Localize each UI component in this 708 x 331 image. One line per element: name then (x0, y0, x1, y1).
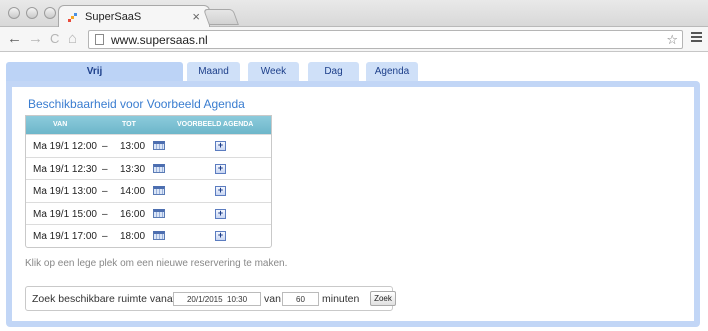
search-label-prefix: Zoek beschikbare ruimte vanaf (32, 293, 176, 305)
back-icon[interactable]: ← (7, 31, 22, 47)
slot-from: Ma 19/1 13:00 (33, 186, 97, 198)
address-bar[interactable]: www.supersaas.nl ☆ (88, 30, 683, 49)
table-row[interactable]: Ma 19/1 12:00 – 13:00 + (26, 134, 271, 157)
tab-dag[interactable]: Dag (308, 62, 359, 82)
add-reservation-button[interactable]: + (215, 186, 226, 197)
forward-icon[interactable]: → (28, 31, 43, 47)
search-label-van: van (264, 293, 281, 305)
slot-dash: – (102, 231, 108, 243)
page-icon (95, 34, 104, 45)
browser-toolbar: ← → C ⌂ www.supersaas.nl ☆ (0, 27, 708, 52)
minimize-window-button[interactable] (26, 7, 38, 19)
browser-titlebar: SuperSaaS × (0, 0, 708, 28)
tab-agenda[interactable]: Agenda (366, 62, 418, 82)
supersaas-favicon-icon (68, 13, 77, 22)
slot-from: Ma 19/1 12:00 (33, 141, 97, 152)
slot-to: 14:00 (120, 186, 146, 198)
search-availability-form: Zoek beschikbare ruimte vanaf van minute… (25, 286, 396, 311)
hint-text: Klik op een lege plek om een nieuwe rese… (25, 258, 288, 269)
slot-from: Ma 19/1 17:00 (33, 231, 97, 243)
zoom-window-button[interactable] (44, 7, 56, 19)
table-row[interactable]: Ma 19/1 12:30 – 13:30 + (26, 156, 271, 180)
availability-table: VAN TOT VOORBEELD AGENDA Ma 19/1 12:00 –… (25, 115, 272, 248)
content-frame: Beschikbaarheid voor Voorbeeld Agenda VA… (6, 81, 700, 327)
close-tab-icon[interactable]: × (192, 9, 200, 24)
search-datetime-input[interactable] (173, 292, 261, 306)
url-text[interactable]: www.supersaas.nl (111, 33, 208, 47)
slot-dash: – (102, 141, 108, 152)
slot-to: 13:00 (120, 141, 146, 152)
slot-from: Ma 19/1 15:00 (33, 208, 97, 220)
add-reservation-button[interactable]: + (215, 163, 226, 174)
add-reservation-button[interactable]: + (215, 208, 226, 219)
calendar-icon[interactable] (153, 141, 165, 150)
slot-from: Ma 19/1 12:30 (33, 163, 97, 175)
calendar-icon[interactable] (153, 231, 165, 241)
bookmark-star-icon[interactable]: ☆ (666, 32, 678, 48)
table-row[interactable]: Ma 19/1 13:00 – 14:00 + (26, 179, 271, 202)
availability-title: Beschikbaarheid voor Voorbeeld Agenda (28, 97, 245, 111)
table-row[interactable]: Ma 19/1 15:00 – 16:00 + (26, 201, 271, 225)
add-reservation-button[interactable]: + (215, 231, 226, 242)
slot-to: 13:30 (120, 163, 146, 175)
slot-to: 18:00 (120, 231, 146, 243)
slot-to: 16:00 (120, 208, 146, 220)
search-minutes-input[interactable] (282, 292, 319, 306)
column-header-van: VAN (53, 121, 68, 128)
home-icon[interactable]: ⌂ (68, 31, 77, 47)
table-header: VAN TOT VOORBEELD AGENDA (26, 116, 271, 134)
search-label-minuten: minuten (322, 293, 360, 305)
browser-tab-title: SuperSaaS (85, 11, 142, 23)
table-row[interactable]: Ma 19/1 17:00 – 18:00 + (26, 224, 271, 247)
new-tab-button[interactable] (203, 9, 239, 25)
close-window-button[interactable] (8, 7, 20, 19)
tab-maand[interactable]: Maand (187, 62, 240, 82)
tab-vrij[interactable]: Vrij (6, 62, 183, 82)
calendar-icon[interactable] (153, 208, 165, 218)
column-header-voorbeeld-agenda: VOORBEELD AGENDA (177, 121, 254, 128)
reload-icon[interactable]: C (50, 31, 59, 47)
tab-week[interactable]: Week (248, 62, 299, 82)
calendar-icon[interactable] (153, 186, 165, 196)
calendar-icon[interactable] (153, 163, 165, 173)
column-header-tot: TOT (122, 121, 136, 128)
content-panel: Beschikbaarheid voor Voorbeeld Agenda VA… (12, 87, 694, 321)
browser-tab[interactable]: SuperSaaS × (58, 5, 210, 28)
browser-menu-icon[interactable] (691, 32, 702, 44)
search-button[interactable]: Zoek (370, 291, 396, 306)
slot-dash: – (102, 186, 108, 198)
slot-dash: – (102, 208, 108, 220)
slot-dash: – (102, 163, 108, 175)
add-reservation-button[interactable]: + (215, 141, 226, 151)
